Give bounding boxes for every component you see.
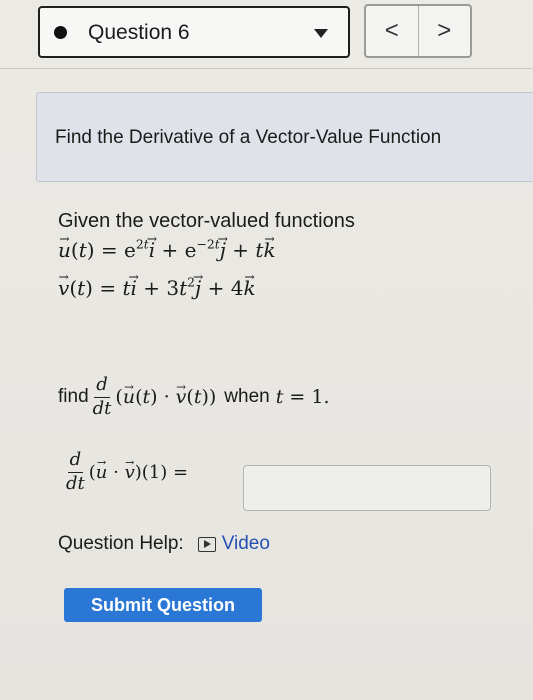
derivative-numerator: d [94, 375, 110, 398]
answer-derivative-operator: d dt [66, 449, 85, 494]
equation-u: u(t) = e2ti + e−2tj + tk [58, 238, 276, 262]
derivative-denominator: dt [92, 397, 112, 419]
given-text: Given the vector-valued functions [58, 210, 355, 232]
answer-prompt: d dt (u · v)(1) = [62, 449, 188, 494]
condition: t = 1. [275, 386, 330, 409]
page: Question 6 < > Find the Derivative of a … [0, 0, 533, 700]
answer-lhs: (u · v)(1) = [89, 462, 188, 483]
help-label: Question Help: [58, 533, 184, 554]
submit-question-button[interactable]: Submit Question [64, 588, 262, 622]
derivative-operator: d dt [92, 375, 112, 419]
bullet-icon [54, 26, 67, 39]
answer-input[interactable] [243, 465, 491, 511]
problem-title: Find the Derivative of a Vector-Value Fu… [55, 127, 442, 148]
dot-product-expression: (u(t) · v(t)) [115, 386, 216, 408]
equation-v: v(t) = ti + 3t2j + 4k [58, 276, 256, 300]
find-word: find [58, 386, 89, 408]
question-nav: < > [364, 4, 472, 58]
question-selector[interactable]: Question 6 [38, 6, 350, 58]
when-text: when [224, 386, 270, 408]
chevron-down-icon [314, 29, 328, 38]
next-question-button[interactable]: > [417, 6, 471, 56]
previous-question-button[interactable]: < [366, 6, 418, 56]
video-icon[interactable] [197, 536, 216, 552]
divider [0, 68, 533, 69]
video-link[interactable]: Video [222, 533, 270, 555]
question-label: Question 6 [88, 21, 190, 44]
find-statement: find d dt (u(t) · v(t)) when t = 1. [58, 375, 330, 419]
question-help: Question Help: Video [58, 533, 270, 555]
problem-title-bar: Find the Derivative of a Vector-Value Fu… [36, 92, 533, 182]
